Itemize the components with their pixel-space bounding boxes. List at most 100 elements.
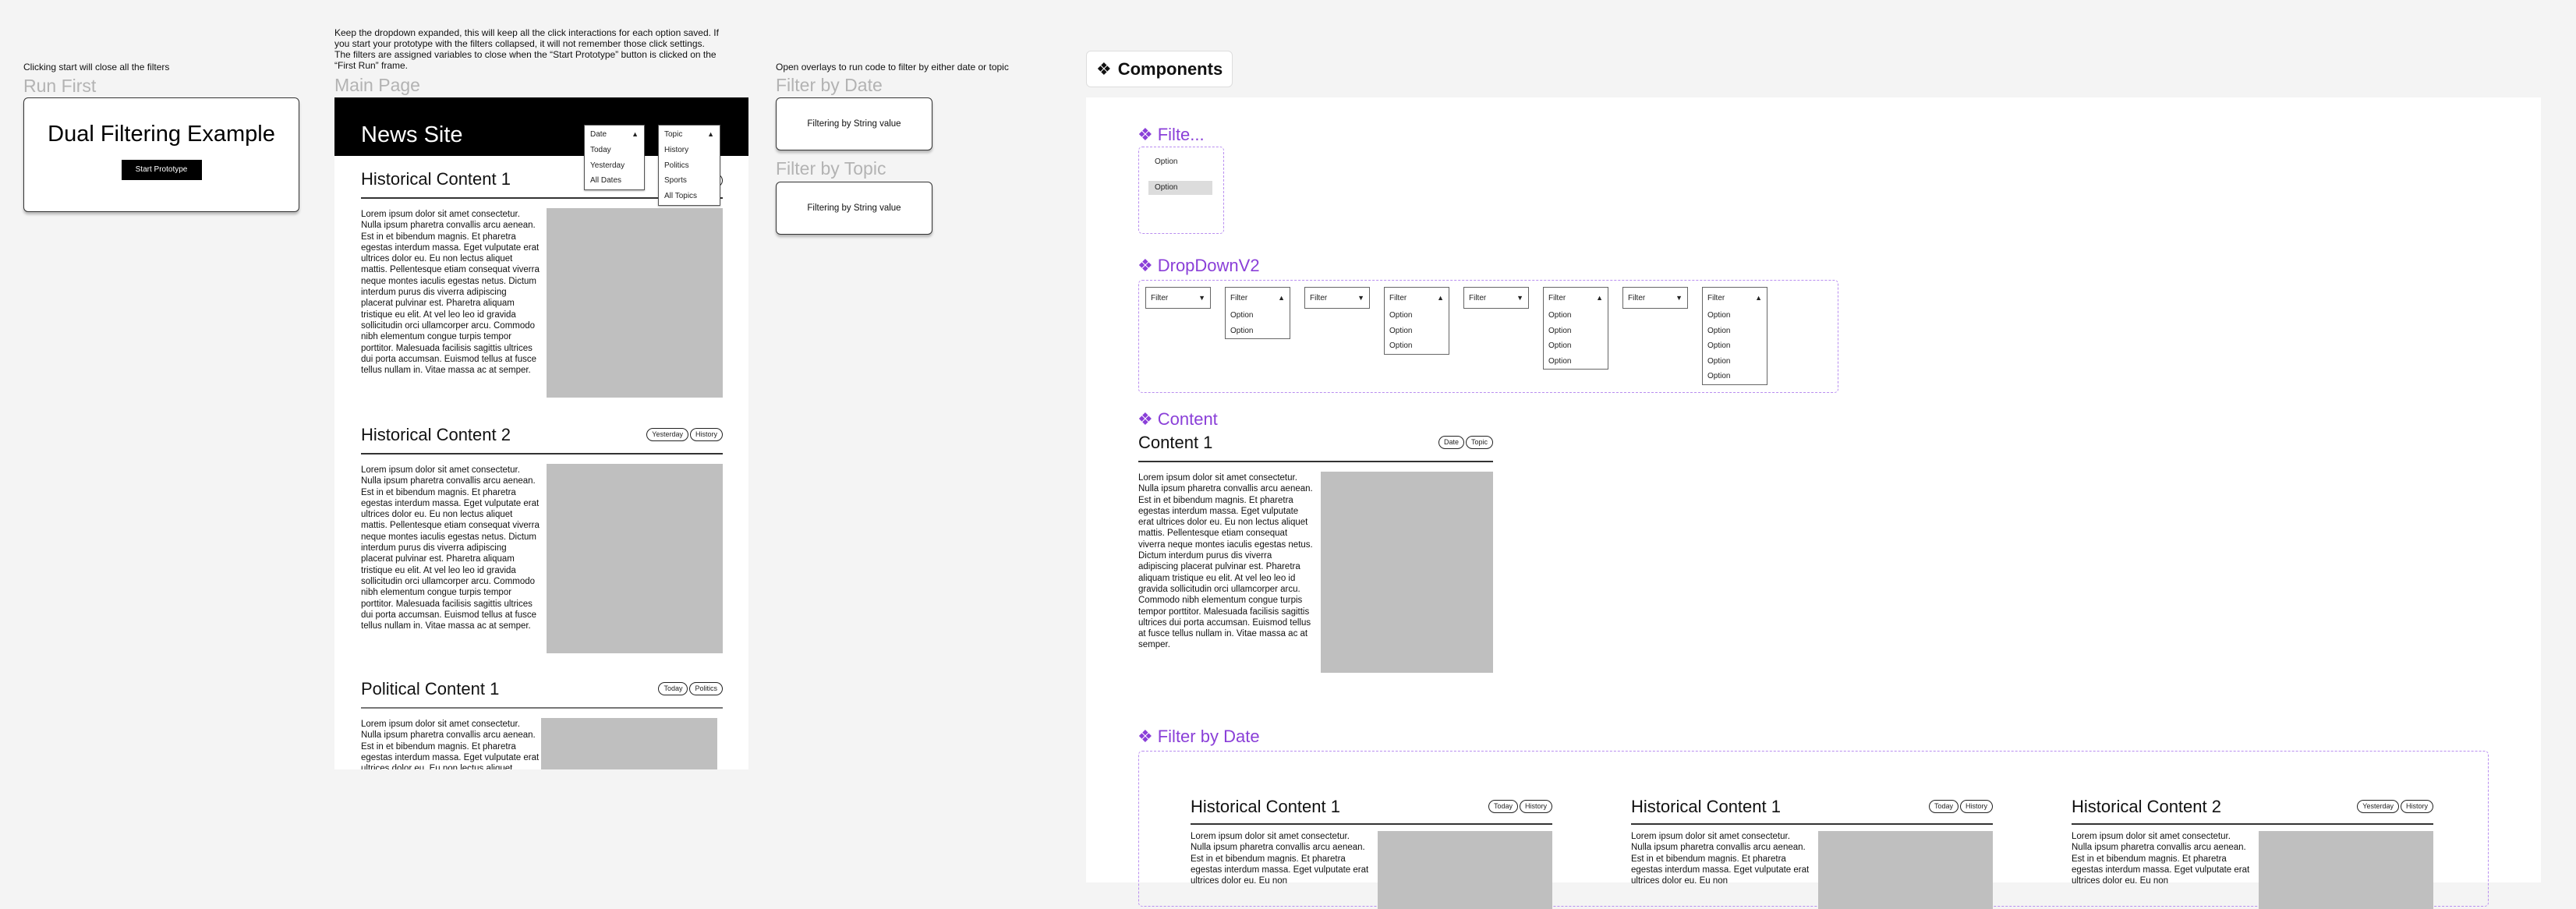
dropdown-option[interactable]: Option <box>1544 338 1608 354</box>
main-page-note: Keep the dropdown expanded, this will ke… <box>334 27 755 71</box>
dropdown-option[interactable]: Option <box>1703 324 1767 339</box>
image-placeholder <box>547 464 723 653</box>
tag-date: Today <box>658 682 688 695</box>
component-icon: ❖ <box>1138 409 1153 429</box>
article-body: Lorem ipsum dolor sit amet consectetur. … <box>1631 832 1810 886</box>
divider <box>361 453 723 454</box>
dropdown-v2-expanded[interactable]: Filter ▲ Option Option Option <box>1384 287 1449 355</box>
article-title: Historical Content 2 <box>361 425 511 444</box>
component-name-dropdown-v2: ❖ DropDownV2 <box>1138 256 1260 276</box>
run-first-note: Clicking start will close all the filter… <box>23 62 170 73</box>
run-first-frame-label: Run First <box>23 76 97 96</box>
dropdown-option[interactable]: Option <box>1544 354 1608 370</box>
dropdown-option[interactable]: Option <box>1385 308 1449 324</box>
components-title: Components <box>1117 58 1223 79</box>
article-body: Lorem ipsum dolor sit amet consectetur. … <box>361 465 540 631</box>
note-line: The filters are assigned variables to cl… <box>334 49 717 60</box>
note-line: Keep the dropdown expanded, this will ke… <box>334 27 719 38</box>
dropdown-label: Filter <box>1230 293 1248 302</box>
article-tags: Yesterday History <box>2357 800 2433 813</box>
image-placeholder <box>1818 831 1993 909</box>
article-title: Historical Content 1 <box>1191 797 1340 816</box>
dropdown-option-politics[interactable]: Politics <box>659 158 720 174</box>
dropdown-v2-collapsed[interactable]: Filter ▼ <box>1145 287 1211 309</box>
dropdown-v2-collapsed[interactable]: Filter ▼ <box>1463 287 1529 309</box>
article-body: Lorem ipsum dolor sit amet consectetur. … <box>361 210 540 376</box>
dropdown-option-all-topics[interactable]: All Topics <box>659 189 720 204</box>
article-title: Historical Content 1 <box>1631 797 1781 816</box>
tag-topic: Topic <box>1465 436 1493 449</box>
component-icon: ❖ <box>1138 125 1153 144</box>
component-label: Filte... <box>1157 125 1205 144</box>
dropdown-option[interactable]: Option <box>1385 338 1449 354</box>
main-page-frame-label: Main Page <box>334 75 420 95</box>
dropdown-v2-collapsed[interactable]: Filter ▼ <box>1622 287 1688 309</box>
dropdown-label: Filter <box>1310 293 1328 302</box>
divider <box>1631 823 1993 825</box>
image-placeholder <box>547 208 723 398</box>
dropdown-label: Filter <box>1469 293 1487 302</box>
topic-dropdown-header[interactable]: Topic ▲ <box>659 126 720 143</box>
article-title: Historical Content 2 <box>2072 797 2221 816</box>
tag-topic: History <box>2400 800 2433 813</box>
dropdown-option[interactable]: Option <box>1544 324 1608 339</box>
dropdown-option[interactable]: Option <box>1703 338 1767 354</box>
dropdown-option-history[interactable]: History <box>659 143 720 158</box>
component-icon: ❖ <box>1138 256 1153 275</box>
dropdown-option[interactable]: Option <box>1385 324 1449 339</box>
article-body: Lorem ipsum dolor sit amet consectetur. … <box>2072 832 2250 886</box>
chevron-down-icon: ▼ <box>1198 294 1205 302</box>
date-filter-dropdown[interactable]: Date ▲ Today Yesterday All Dates <box>584 125 645 190</box>
article-card: Historical Content 1 Today History Lorem… <box>1631 797 1993 909</box>
dropdown-label: Filter <box>1628 293 1646 302</box>
dropdown-option[interactable]: Option <box>1226 324 1290 339</box>
article-tags: Today History <box>1928 800 1993 813</box>
start-prototype-button[interactable]: Start Prototype <box>121 160 202 180</box>
dropdown-v2-expanded[interactable]: Filter ▲ Option Option Option Option <box>1543 287 1608 370</box>
divider <box>1138 461 1493 462</box>
overlays-note: Open overlays to run code to filter by e… <box>776 62 1009 73</box>
run-first-card: Dual Filtering Example Start Prototype <box>23 97 299 212</box>
component-name-filter-option: ❖ Filte... <box>1138 125 1205 145</box>
filter-by-topic-frame-label: Filter by Topic <box>776 158 886 179</box>
chevron-up-icon: ▲ <box>707 130 714 138</box>
dropdown-label: Filter <box>1548 293 1566 302</box>
dropdown-v2-expanded[interactable]: Filter ▲ Option Option Option Option Opti… <box>1702 287 1767 385</box>
site-title: News Site <box>361 122 463 147</box>
dropdown-option[interactable]: Option <box>1703 354 1767 370</box>
article-card: Historical Content 1 Today History Lorem… <box>1191 797 1552 909</box>
date-dropdown-header[interactable]: Date ▲ <box>585 126 644 143</box>
article-title: Political Content 1 <box>361 679 500 699</box>
dropdown-label: Filter <box>1707 293 1725 302</box>
image-placeholder <box>2259 831 2433 909</box>
dropdown-option-today[interactable]: Today <box>585 143 644 158</box>
tag-date: Yesterday <box>2357 800 2399 813</box>
dropdown-option[interactable]: Option <box>1226 308 1290 324</box>
topic-filter-dropdown[interactable]: Topic ▲ History Politics Sports All Topi… <box>658 125 720 206</box>
dropdown-v2-variants: Filter ▼ Filter ▲ Option Option Filter ▼ Fi… <box>1138 280 1838 393</box>
component-label: Filter by Date <box>1157 727 1260 746</box>
option-item-selected[interactable]: Option <box>1148 181 1212 195</box>
dropdown-option[interactable]: Option <box>1703 369 1767 384</box>
tag-topic: Politics <box>689 682 723 695</box>
dropdown-option-all-dates[interactable]: All Dates <box>585 173 644 189</box>
article-card: Historical Content 2 Yesterday History L… <box>2072 797 2433 909</box>
dropdown-label: Date <box>590 129 607 139</box>
option-item[interactable]: Option <box>1148 155 1209 169</box>
dropdown-option-sports[interactable]: Sports <box>659 173 720 189</box>
dropdown-option[interactable]: Option <box>1703 308 1767 324</box>
component-icon: ❖ <box>1096 58 1112 79</box>
dropdown-v2-collapsed[interactable]: Filter ▼ <box>1304 287 1370 309</box>
content-component: Content 1 Date Topic Lorem ipsum dolor s… <box>1138 433 1493 776</box>
article-tags: Today Politics <box>658 682 723 695</box>
filter-by-topic-overlay: Filtering by String value <box>776 182 932 235</box>
chevron-down-icon: ▼ <box>1675 294 1683 302</box>
dropdown-v2-expanded[interactable]: Filter ▲ Option Option <box>1225 287 1290 339</box>
article-body: Lorem ipsum dolor sit amet consectetur. … <box>361 720 540 769</box>
dropdown-option[interactable]: Option <box>1544 308 1608 324</box>
article-body: Lorem ipsum dolor sit amet consectetur. … <box>1191 832 1369 886</box>
filter-by-date-overlay: Filtering by String value <box>776 97 932 150</box>
chevron-up-icon: ▲ <box>1437 294 1444 302</box>
dropdown-option-yesterday[interactable]: Yesterday <box>585 158 644 174</box>
chevron-up-icon: ▲ <box>1596 294 1603 302</box>
